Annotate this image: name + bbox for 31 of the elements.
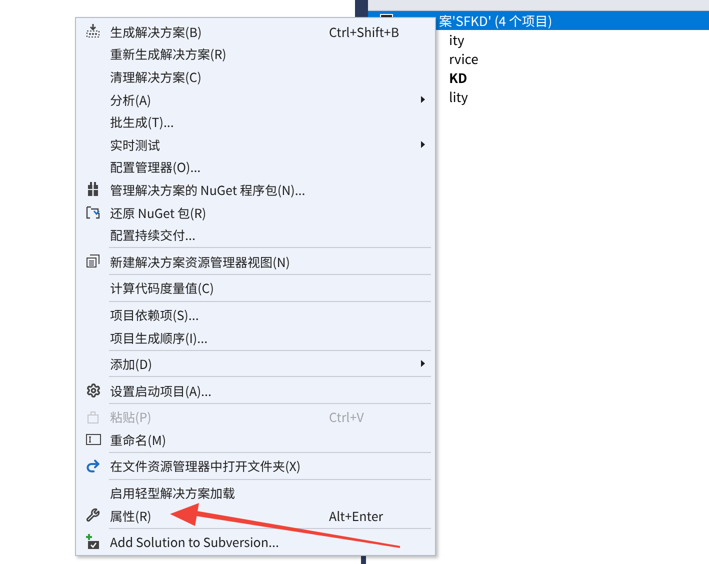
menu-item[interactable]: 项目依赖项(S)... <box>76 303 435 326</box>
wrench-icon <box>86 508 100 522</box>
menu-item[interactable]: 分析(A) <box>76 88 435 110</box>
clipboard-icon <box>87 410 99 424</box>
menu-item[interactable]: 设置启动项目(A)... <box>76 378 435 402</box>
panel-edge <box>355 0 368 18</box>
add-to-box-icon <box>86 534 100 550</box>
menu-item[interactable]: 实时测试 <box>76 132 435 156</box>
menu-item[interactable]: 计算代码度量值(C) <box>76 276 435 300</box>
menu-item[interactable]: 重新生成解决方案(R) <box>76 42 435 66</box>
menu-item[interactable]: 新建解决方案资源管理器视图(N) <box>76 250 435 273</box>
menu-item[interactable]: 还原 NuGet 包(R) <box>76 200 435 224</box>
menu-item[interactable]: 管理解决方案的 NuGet 程序包(N)... <box>76 178 435 201</box>
redo-arrow-icon <box>85 458 101 474</box>
menu-item[interactable]: 批生成(T)... <box>76 110 435 133</box>
menu-item[interactable]: Add Solution to Subversion... <box>76 530 435 554</box>
build-icon <box>86 24 100 38</box>
menu-item[interactable]: 项目生成顺序(I)... <box>76 326 435 348</box>
menu-item[interactable]: 清理解决方案(C) <box>76 65 435 88</box>
menu-item[interactable]: 重命名(M) <box>76 428 435 451</box>
menu-item[interactable]: 在文件资源管理器中打开文件夹(X) <box>76 454 435 478</box>
menu-item[interactable]: 添加(D) <box>76 352 435 375</box>
settings-icon <box>86 382 100 398</box>
menu-item[interactable]: 属性(R) Alt+Enter <box>76 504 435 526</box>
restore-icon <box>86 205 100 220</box>
menu-item[interactable]: 启用轻型解决方案加载 <box>76 481 435 504</box>
window-view-icon <box>86 254 100 268</box>
menu-item[interactable]: 配置管理器(O)... <box>76 156 435 178</box>
rename-icon <box>86 434 100 445</box>
menu-item[interactable]: 配置持续交付... <box>76 223 435 246</box>
package-icon <box>87 182 99 196</box>
